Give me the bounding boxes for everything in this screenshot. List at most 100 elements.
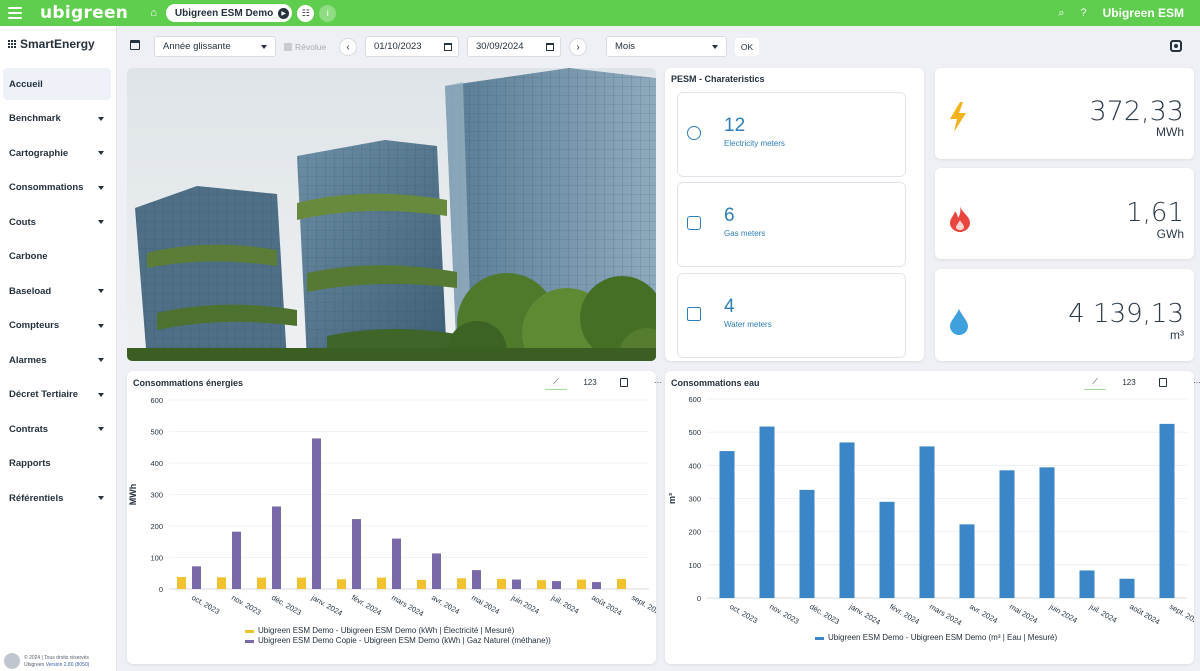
bar[interactable] xyxy=(999,470,1015,598)
gas-kpi-unit: GWh xyxy=(1156,227,1184,241)
sidebar-item-referentiels[interactable]: Référentiels xyxy=(3,482,111,514)
bar[interactable] xyxy=(879,501,895,598)
legend-item[interactable]: Ubigreen ESM Demo - Ubigreen ESM Demo (k… xyxy=(245,626,551,636)
bar[interactable] xyxy=(799,489,815,598)
calendar-icon[interactable] xyxy=(130,40,140,50)
period-type-select[interactable]: Année glissante xyxy=(154,36,276,57)
x-tick-label: mai 2024 xyxy=(1008,602,1039,625)
y-tick-label: 600 xyxy=(150,396,163,405)
bar[interactable] xyxy=(177,577,186,589)
bar[interactable] xyxy=(537,580,546,589)
bar[interactable] xyxy=(919,446,935,598)
bar[interactable] xyxy=(232,531,241,589)
next-period-button[interactable]: › xyxy=(569,38,587,56)
water-meters-tile[interactable]: 4 Water meters xyxy=(677,273,906,358)
sidebar-item-alarmes[interactable]: Alarmes xyxy=(3,344,111,376)
calendar-icon[interactable] xyxy=(546,42,554,51)
sidebar-item-rapports[interactable]: Rapports xyxy=(3,448,111,480)
y-tick-label: 500 xyxy=(688,428,701,437)
legend-item[interactable]: Ubigreen ESM Demo Copie - Ubigreen ESM D… xyxy=(245,636,551,646)
bar[interactable] xyxy=(592,582,601,589)
sidebar-item-benchmark[interactable]: Benchmark xyxy=(3,103,111,135)
end-date-field[interactable]: 30/09/2024 xyxy=(467,36,561,57)
bar[interactable] xyxy=(759,426,775,598)
x-tick-label: janv. 2024 xyxy=(309,592,344,617)
help-icon[interactable]: ? xyxy=(1081,7,1087,19)
pesm-card: PESM - Charateristics 12 Electricity met… xyxy=(665,68,924,361)
sidebar-item-carbone[interactable]: Carbone xyxy=(3,241,111,273)
chevron-down-icon xyxy=(98,220,104,224)
sidebar-item-consommations[interactable]: Consommations xyxy=(3,172,111,204)
bar[interactable] xyxy=(192,566,201,589)
app-logo[interactable]: ubigreen xyxy=(40,3,128,23)
electricity-meters-label: Electricity meters xyxy=(724,139,785,148)
y-tick-label: 200 xyxy=(150,522,163,531)
x-tick-label: nov. 2023 xyxy=(230,593,263,617)
electricity-meters-tile[interactable]: 12 Electricity meters xyxy=(677,92,906,177)
bar[interactable] xyxy=(617,578,626,589)
bar[interactable] xyxy=(257,577,266,589)
sidebar-item-decret-tertiaire[interactable]: Décret Tertiaire xyxy=(3,379,111,411)
x-tick-label: juin 2024 xyxy=(509,592,541,616)
bar[interactable] xyxy=(337,579,346,589)
bar[interactable] xyxy=(839,442,855,598)
ok-button[interactable]: OK xyxy=(735,38,759,56)
home-icon[interactable]: ⌂ xyxy=(150,7,157,19)
previous-period-button[interactable]: ‹ xyxy=(339,38,357,56)
bar[interactable] xyxy=(1159,423,1175,598)
x-tick-label: sept. 2024 xyxy=(630,593,656,618)
sidebar-item-cartographie[interactable]: Cartographie xyxy=(3,137,111,169)
bar[interactable] xyxy=(297,577,306,589)
bar[interactable] xyxy=(392,538,401,589)
bar[interactable] xyxy=(552,581,561,589)
water-kpi-value: 4 139,13 xyxy=(1068,299,1184,329)
water-drop-icon xyxy=(950,309,968,335)
checkbox-icon[interactable] xyxy=(284,43,292,51)
bar[interactable] xyxy=(1039,467,1055,598)
search-icon[interactable]: ⌕ xyxy=(1058,7,1064,20)
x-tick-label: avr. 2024 xyxy=(968,602,999,625)
bar[interactable] xyxy=(432,553,441,589)
bar[interactable] xyxy=(1119,578,1135,598)
sidebar-item-compteurs[interactable]: Compteurs xyxy=(3,310,111,342)
focus-mode-icon[interactable] xyxy=(1170,40,1182,52)
site-selector[interactable]: Ubigreen ESM Demo ▶ xyxy=(165,4,293,22)
gas-meters-tile[interactable]: 6 Gas meters xyxy=(677,182,906,267)
bar[interactable] xyxy=(512,579,521,589)
sidebar-item-contrats[interactable]: Contrats xyxy=(3,413,111,445)
info-icon[interactable]: i xyxy=(319,4,337,22)
product-name: Ubigreen xyxy=(24,662,46,668)
sidebar-item-baseload[interactable]: Baseload xyxy=(3,275,111,307)
sidebar-item-couts[interactable]: Couts xyxy=(3,206,111,238)
bar[interactable] xyxy=(377,577,386,589)
bar[interactable] xyxy=(1079,570,1095,598)
chevron-down-icon xyxy=(98,289,104,293)
calendar-icon[interactable] xyxy=(444,42,452,51)
bar[interactable] xyxy=(577,579,586,589)
bar[interactable] xyxy=(217,577,226,589)
revolue-checkbox[interactable]: Révolue xyxy=(284,42,326,52)
bar[interactable] xyxy=(719,451,735,598)
bar[interactable] xyxy=(497,578,506,589)
bar[interactable] xyxy=(457,578,466,589)
bar[interactable] xyxy=(472,570,481,589)
menu-icon[interactable] xyxy=(8,7,22,19)
granularity-select[interactable]: Mois xyxy=(606,36,727,57)
hierarchy-icon[interactable]: ☷ xyxy=(297,4,315,22)
sidebar-item-label: Carbone xyxy=(9,251,48,262)
x-tick-label: mai 2024 xyxy=(470,593,501,616)
bar[interactable] xyxy=(352,519,361,589)
play-icon[interactable]: ▶ xyxy=(278,7,290,19)
user-name[interactable]: Ubigreen ESM xyxy=(1103,6,1184,20)
version-link[interactable]: Version 2.80 (8050) xyxy=(46,662,90,668)
legend-item[interactable]: Ubigreen ESM Demo - Ubigreen ESM Demo (m… xyxy=(815,633,1057,643)
sidebar-item-accueil[interactable]: Accueil xyxy=(3,68,111,100)
chevron-down-icon xyxy=(98,323,104,328)
start-date-field[interactable]: 01/10/2023 xyxy=(365,36,459,57)
bar[interactable] xyxy=(312,438,321,589)
bar[interactable] xyxy=(417,579,426,589)
bar[interactable] xyxy=(959,524,975,598)
flame-icon xyxy=(950,206,970,232)
bar[interactable] xyxy=(272,506,281,589)
company-logo xyxy=(4,653,20,669)
